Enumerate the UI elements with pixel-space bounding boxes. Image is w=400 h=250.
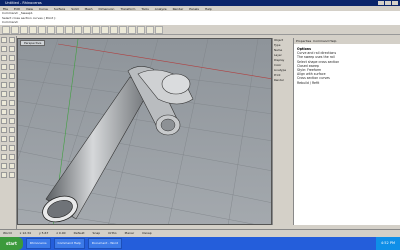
move-icon[interactable] [1, 145, 7, 151]
mirror-icon[interactable] [1, 163, 7, 169]
zoom-icon[interactable] [101, 25, 109, 34]
taskbar-item[interactable]: Command Help [53, 238, 85, 249]
planar-toggle[interactable]: Planar [125, 231, 134, 235]
taskbar: start Rhinoceros Command Help Document -… [0, 237, 400, 250]
arc-icon[interactable] [1, 64, 7, 70]
join-icon[interactable] [1, 136, 7, 142]
trim-icon[interactable] [1, 127, 7, 133]
layer-icon[interactable] [119, 25, 127, 34]
status-cplane: World [3, 231, 12, 235]
cylinder-icon[interactable] [1, 109, 7, 115]
menu-mesh[interactable]: Mesh [85, 7, 93, 11]
zoom-extents-icon[interactable] [110, 25, 118, 34]
properties-icon[interactable] [128, 25, 136, 34]
box-icon[interactable] [1, 100, 7, 106]
main-toolbar [0, 36, 17, 230]
rectangle-icon[interactable] [9, 64, 15, 70]
pipe-icon[interactable] [9, 109, 15, 115]
system-clock: 4:52 PM [375, 237, 400, 250]
properties-panel: Object Type Name Layer Display Color Lin… [272, 38, 293, 225]
polygon-icon[interactable] [1, 73, 7, 79]
wireframe-icon[interactable] [155, 25, 163, 34]
pan-icon[interactable] [83, 25, 91, 34]
viewport-scene[interactable] [18, 39, 272, 225]
menu-panels[interactable]: Panels [189, 7, 199, 11]
menu-dimension[interactable]: Dimension [98, 7, 114, 11]
status-z: z 0.00 [56, 231, 66, 235]
sweep-icon[interactable] [1, 91, 7, 97]
open-file-icon[interactable] [11, 25, 19, 34]
split-icon[interactable] [9, 127, 15, 133]
fillet-icon[interactable] [9, 118, 15, 124]
help-body: Options Curve and rail directions The sw… [294, 44, 400, 86]
copy-object-icon[interactable] [9, 145, 15, 151]
boolean-icon[interactable] [1, 118, 7, 124]
surface-icon[interactable] [1, 82, 7, 88]
taskbar-item[interactable]: Document - Word [87, 238, 122, 249]
copy-icon[interactable] [47, 25, 55, 34]
select-icon[interactable] [1, 37, 7, 43]
osnap-toggle[interactable]: Osnap [142, 231, 152, 235]
help-line: Rebuild / Refit [297, 80, 320, 85]
menu-view[interactable]: View [26, 7, 33, 11]
status-bar: World x 12.34 y 5.67 z 0.00 Default Snap… [0, 229, 400, 236]
taskbar-item[interactable]: Rhinoceros [25, 238, 51, 249]
start-button[interactable]: start [0, 237, 23, 250]
menu-surface[interactable]: Surface [54, 7, 65, 11]
redo-icon[interactable] [74, 25, 82, 34]
menu-analyze[interactable]: Analyze [155, 7, 167, 11]
viewport-label[interactable]: Perspective [20, 40, 46, 46]
polyline-icon[interactable] [9, 46, 15, 52]
circle-icon[interactable] [9, 55, 15, 61]
command-help-panel: Properties Command Help Options Curve an… [293, 38, 400, 225]
snap-toggle[interactable]: Snap [93, 231, 101, 235]
cut-icon[interactable] [38, 25, 46, 34]
ellipse-icon[interactable] [9, 73, 15, 79]
tab-command-help[interactable]: Command Help [313, 39, 336, 43]
perspective-viewport[interactable]: Perspective [17, 38, 272, 225]
minimize-button[interactable] [378, 1, 384, 5]
extrude-icon[interactable] [9, 82, 15, 88]
status-layer[interactable]: Default [74, 231, 85, 235]
line-icon[interactable] [1, 46, 7, 52]
new-file-icon[interactable] [2, 25, 10, 34]
text-icon[interactable] [9, 172, 15, 178]
menu-help[interactable]: Help [205, 7, 212, 11]
paste-icon[interactable] [56, 25, 64, 34]
tab-properties[interactable]: Properties [296, 39, 311, 43]
menu-edit[interactable]: Edit [14, 7, 20, 11]
render-icon[interactable] [137, 25, 145, 34]
command-prompt[interactable]: Command: [0, 20, 400, 25]
dimension-icon[interactable] [1, 172, 7, 178]
menu-file[interactable]: File [3, 7, 8, 11]
point-icon[interactable] [9, 37, 15, 43]
rotate-icon[interactable] [1, 154, 7, 160]
menu-solid[interactable]: Solid [71, 7, 78, 11]
undo-icon[interactable] [65, 25, 73, 34]
explode-icon[interactable] [9, 136, 15, 142]
property-row: Render [274, 78, 284, 82]
ortho-toggle[interactable]: Ortho [108, 231, 117, 235]
print-icon[interactable] [29, 25, 37, 34]
maximize-button[interactable] [385, 1, 391, 5]
rotate-view-icon[interactable] [92, 25, 100, 34]
standard-toolbar [0, 25, 400, 35]
scale-icon[interactable] [9, 154, 15, 160]
sphere-icon[interactable] [9, 100, 15, 106]
save-icon[interactable] [20, 25, 28, 34]
status-x: x 12.34 [19, 231, 31, 235]
menu-transform[interactable]: Transform [120, 7, 135, 11]
curve-icon[interactable] [1, 55, 7, 61]
menu-curve[interactable]: Curve [39, 7, 48, 11]
command-history: Command: _Sweep1 Select cross section cu… [0, 11, 400, 26]
array-icon[interactable] [9, 163, 15, 169]
window-title: Untitled - Rhinoceros [5, 1, 42, 5]
menu-render[interactable]: Render [173, 7, 184, 11]
loft-icon[interactable] [9, 91, 15, 97]
close-button[interactable] [392, 1, 398, 5]
shaded-icon[interactable] [146, 25, 154, 34]
menu-tools[interactable]: Tools [141, 7, 148, 11]
status-y: y 5.67 [38, 231, 49, 235]
